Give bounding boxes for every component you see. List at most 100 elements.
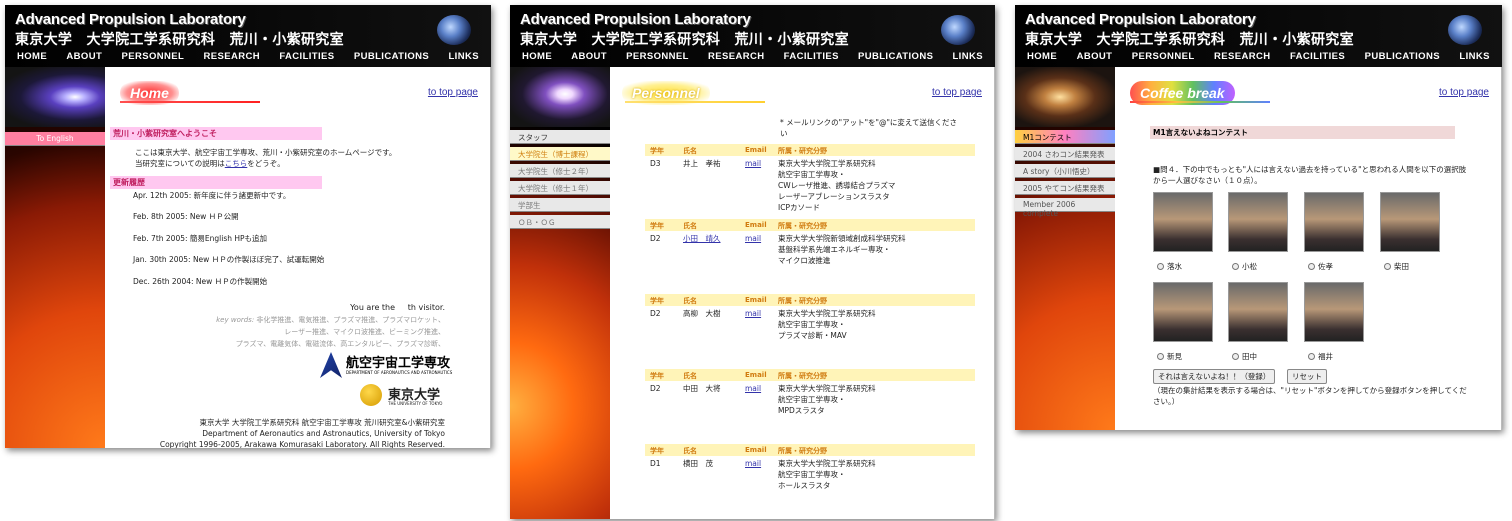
nav-research[interactable]: RESEARCH [204,51,261,67]
sidebar-item-master1[interactable]: 大学院生（修士１年） [510,181,610,195]
sidebar-item-undergrad[interactable]: 学部生 [510,198,610,212]
main-content: Coffee break to top page M1言えないよねコンテスト ■… [1115,67,1502,430]
nav-personnel[interactable]: PERSONNEL [1132,51,1195,67]
choice[interactable]: 落水 [1157,261,1182,272]
nav-links[interactable]: LINKS [1459,51,1490,67]
history-item: Feb. 7th 2005: 簡易English HPも追加 [133,234,268,243]
sidebar-item-m1-contest[interactable]: M1コンテスト [1015,130,1115,144]
affiliation: 東京大学大学院工学系研究科 航空宇宙工学専攻・ MPDスラスタ [778,383,876,416]
main-content: Home to top page 荒川・小紫研究室へようこそ ここは東京大学、航… [105,67,491,448]
to-top-link[interactable]: to top page [1439,87,1489,98]
affiliation: 東京大学大学院新領域創成科学研究科 基盤科学系先端エネルギー専攻・ マイクロ波推… [778,233,906,266]
col-grade: 学年 [650,372,664,380]
nav-home[interactable]: HOME [522,51,552,67]
sidebar-item-2004[interactable]: 2004 さわコン結果発表 [1015,147,1115,161]
sidebar-item-staff[interactable]: スタッフ [510,130,610,144]
radio-button[interactable] [1308,263,1315,270]
nav-about[interactable]: ABOUT [571,51,607,67]
photo-1 [1153,192,1213,252]
col-name: 氏名 [683,147,697,155]
screenshot-home: Advanced Propulsion Laboratory 東京大学 大学院工… [5,5,491,448]
nav-research[interactable]: RESEARCH [1214,51,1271,67]
sidebar-item-doctoral[interactable]: 大学院生（博士課程） [510,147,610,161]
nav-facilities[interactable]: FACILITIES [279,51,334,67]
site-header: Advanced Propulsion Laboratory 東京大学 大学院工… [5,5,491,67]
choice[interactable]: 新見 [1157,351,1182,362]
mail-link[interactable]: mail [745,158,761,169]
title-underline [625,101,765,103]
nav-research[interactable]: RESEARCH [708,51,765,67]
affiliation: 東京大学大学院工学系研究科 航空宇宙工学専攻・ プラズマ診断・MAV [778,308,876,341]
aff-line: 航空宇宙工学専攻・ [778,170,846,179]
choice-label: 小松 [1242,262,1257,271]
person-name: 横田 茂 [683,459,713,468]
mail-link[interactable]: mail [745,458,761,469]
keywords-text: 非化学推進、電気推進、プラズマ推進、プラズマロケット、 [256,316,445,324]
mail-link[interactable]: mail [745,233,761,244]
col-affiliation: 所属・研究分野 [778,447,827,455]
aff-line: プラズマ診断・MAV [778,331,847,340]
to-top-link[interactable]: to top page [428,87,478,98]
submit-button[interactable]: それは言えないよね！！（登録） [1153,369,1276,384]
nav-home[interactable]: HOME [17,51,47,67]
site-title-jp: 東京大学 大学院工学系研究科 荒川・小紫研究室 [1025,32,1354,48]
choice[interactable]: 佐孝 [1308,261,1333,272]
history-item: Feb. 8th 2005: New ＨＰ公開 [133,212,239,221]
mail-link[interactable]: mail [745,308,761,319]
radio-button[interactable] [1232,263,1239,270]
nav-about[interactable]: ABOUT [66,51,102,67]
nav-facilities[interactable]: FACILITIES [1290,51,1345,67]
site-title-en: Advanced Propulsion Laboratory [1025,11,1256,28]
choice[interactable]: 福井 [1308,351,1333,362]
choice-label: 落水 [1167,262,1182,271]
dept-logo-text: 航空宇宙工学専攻 [346,356,451,371]
nav-personnel[interactable]: PERSONNEL [121,51,184,67]
sidebar-item-alumni[interactable]: ＯＢ・ＯＧ [510,215,610,229]
to-top-link[interactable]: to top page [932,87,982,98]
nav-links[interactable]: LINKS [952,51,983,67]
col-affiliation: 所属・研究分野 [778,147,827,155]
to-english-link[interactable]: To English [5,132,105,146]
radio-button[interactable] [1308,353,1315,360]
site-title-en: Advanced Propulsion Laboratory [15,11,246,28]
dept-logo-icon [320,352,342,378]
sidebar-item-story[interactable]: A story（小川悟史） [1015,164,1115,178]
nav-links[interactable]: LINKS [448,51,479,67]
nav-publications[interactable]: PUBLICATIONS [1365,51,1440,67]
reset-button[interactable]: リセット [1287,369,1327,384]
nav-personnel[interactable]: PERSONNEL [626,51,689,67]
radio-button[interactable] [1384,263,1391,270]
sidebar-item-2006[interactable]: Member 2006 complete [1015,198,1115,218]
table-header: 学年 氏名 Email 所属・研究分野 [645,369,975,381]
col-name: 氏名 [683,222,697,230]
choice[interactable]: 柴田 [1384,261,1409,272]
aff-line: 東京大学大学院新領域創成科学研究科 [778,234,906,243]
table-header: 学年 氏名 Email 所属・研究分野 [645,444,975,456]
choice[interactable]: 田中 [1232,351,1257,362]
choice-label: 田中 [1242,352,1257,361]
about-link[interactable]: こちら [225,159,248,168]
person-name-link[interactable]: 小田 靖久 [683,233,721,244]
nav-home[interactable]: HOME [1027,51,1057,67]
aff-line: CWレーザ推進、誘導結合プラズマ [778,181,896,190]
person-name: 中田 大将 [683,384,721,393]
nav-publications[interactable]: PUBLICATIONS [354,51,429,67]
nav-about[interactable]: ABOUT [1077,51,1113,67]
col-email: Email [745,446,767,454]
radio-button[interactable] [1232,353,1239,360]
sidebar-item-2005[interactable]: 2005 やてコン結果発表 [1015,181,1115,195]
nav-publications[interactable]: PUBLICATIONS [858,51,933,67]
radio-button[interactable] [1157,263,1164,270]
mail-link[interactable]: mail [745,383,761,394]
history-item: Jan. 30th 2005: New ＨＰの作製ほぼ完了、試運転開始 [133,255,325,264]
col-email: Email [745,146,767,154]
radio-button[interactable] [1157,353,1164,360]
choice-label: 福井 [1318,352,1333,361]
sidebar-item-master2[interactable]: 大学院生（修士２年） [510,164,610,178]
aff-line: ICPカソード [778,203,820,212]
nav-facilities[interactable]: FACILITIES [784,51,839,67]
choice[interactable]: 小松 [1232,261,1257,272]
site-title-jp: 東京大学 大学院工学系研究科 荒川・小紫研究室 [15,32,344,48]
keywords-line: key words: 非化学推進、電気推進、プラズマ推進、プラズマロケット、 [216,314,445,326]
history-item: Apr. 12th 2005: 新年度に伴う諸更新中です。 [133,191,291,200]
